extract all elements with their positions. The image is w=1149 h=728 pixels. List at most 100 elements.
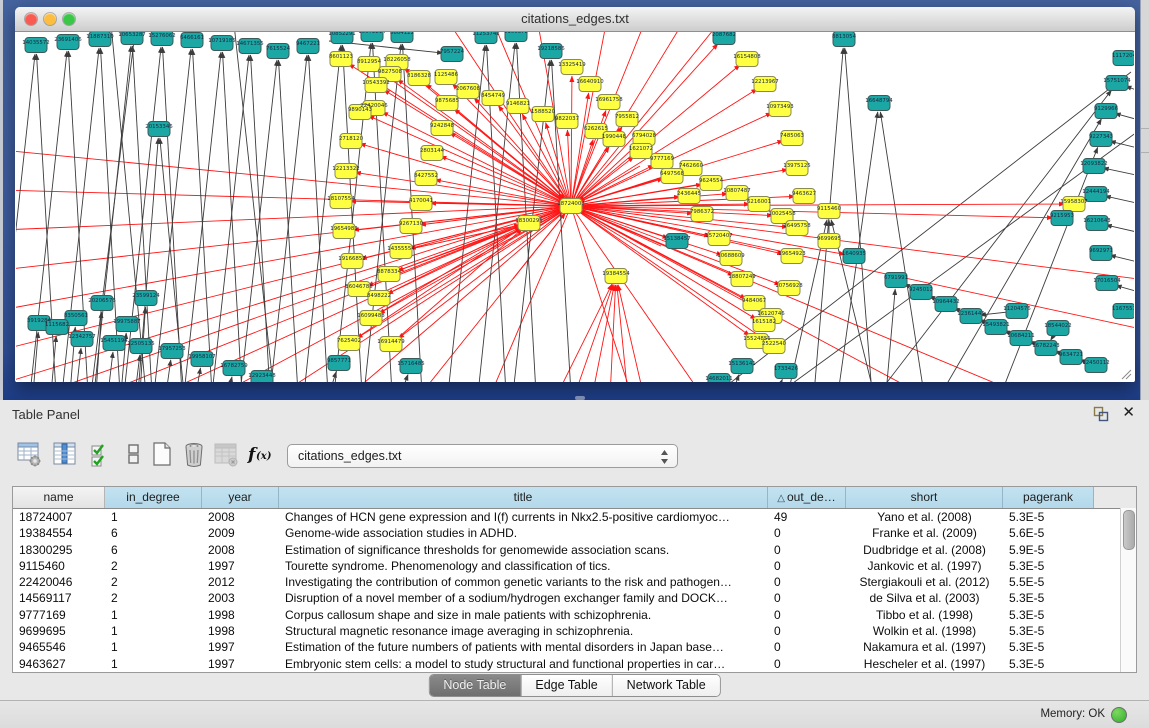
- cell-pagerank[interactable]: 5.3E-5: [1003, 509, 1094, 525]
- cell-year[interactable]: 2008: [202, 509, 279, 525]
- column-header-short[interactable]: short: [846, 487, 1003, 508]
- float-panel-icon[interactable]: [1093, 406, 1109, 422]
- delete-rows-icon[interactable]: [181, 440, 207, 468]
- cell-short[interactable]: Stergiakouli et al. (2012): [846, 574, 1003, 590]
- cell-year[interactable]: 1997: [202, 639, 279, 655]
- table-row[interactable]: 977716911998Corpus callosum shape and si…: [13, 607, 1136, 623]
- function-builder-icon[interactable]: f (x): [246, 440, 276, 468]
- cell-name[interactable]: 14569117: [13, 590, 105, 606]
- cell-name[interactable]: 18724007: [13, 509, 105, 525]
- window-titlebar[interactable]: citations_edges.txt: [15, 7, 1135, 32]
- cell-year[interactable]: 2009: [202, 525, 279, 541]
- table-settings-icon[interactable]: [16, 440, 42, 468]
- cell-pagerank[interactable]: 5.3E-5: [1003, 590, 1094, 606]
- table-row[interactable]: 1456911722003Disruption of a novel membe…: [13, 590, 1136, 606]
- cell-out_de[interactable]: 0: [768, 590, 846, 606]
- node-table[interactable]: namein_degreeyeartitle△out_de…shortpager…: [12, 486, 1137, 673]
- cell-in_degree[interactable]: 2: [105, 590, 202, 606]
- cell-year[interactable]: 1998: [202, 607, 279, 623]
- column-header-in_degree[interactable]: in_degree: [105, 487, 202, 508]
- cell-title[interactable]: Corpus callosum shape and size in male p…: [279, 607, 768, 623]
- tab-node-table[interactable]: Node Table: [429, 675, 521, 696]
- cell-short[interactable]: Dudbridge et al. (2008): [846, 542, 1003, 558]
- cell-in_degree[interactable]: 2: [105, 558, 202, 574]
- cell-in_degree[interactable]: 1: [105, 509, 202, 525]
- delete-table-icon[interactable]: [213, 440, 239, 468]
- citation-network-graph[interactable]: 1872400718300295193845549115460969969522…: [16, 32, 1134, 382]
- cell-short[interactable]: de Silva et al. (2003): [846, 590, 1003, 606]
- scrollbar-thumb[interactable]: [1123, 510, 1135, 550]
- new-document-icon[interactable]: [149, 440, 175, 468]
- cell-out_de[interactable]: 0: [768, 623, 846, 639]
- deselect-rows-icon[interactable]: [121, 440, 147, 468]
- cell-pagerank[interactable]: 5.6E-5: [1003, 525, 1094, 541]
- cell-in_degree[interactable]: 1: [105, 607, 202, 623]
- cell-name[interactable]: 19384554: [13, 525, 105, 541]
- cell-title[interactable]: Genome-wide association studies in ADHD.: [279, 525, 768, 541]
- cell-title[interactable]: Tourette syndrome. Phenomenology and cla…: [279, 558, 768, 574]
- select-all-icon[interactable]: [88, 440, 114, 468]
- column-header-pagerank[interactable]: pagerank: [1003, 487, 1094, 508]
- cell-in_degree[interactable]: 6: [105, 525, 202, 541]
- cell-title[interactable]: Investigating the contribution of common…: [279, 574, 768, 590]
- cell-name[interactable]: 18300295: [13, 542, 105, 558]
- close-panel-icon[interactable]: ✕: [1122, 405, 1135, 421]
- resize-grip-icon[interactable]: [1120, 368, 1132, 380]
- cell-year[interactable]: 1998: [202, 623, 279, 639]
- cell-in_degree[interactable]: 6: [105, 542, 202, 558]
- column-header-name[interactable]: name: [13, 487, 105, 508]
- cell-year[interactable]: 1997: [202, 558, 279, 574]
- tab-network-table[interactable]: Network Table: [613, 675, 720, 696]
- cell-year[interactable]: 2012: [202, 574, 279, 590]
- cell-short[interactable]: Yano et al. (2008): [846, 509, 1003, 525]
- table-row[interactable]: 946362711997Embryonic stem cells: a mode…: [13, 656, 1136, 672]
- cell-out_de[interactable]: 0: [768, 607, 846, 623]
- table-row[interactable]: 969969511998Structural magnetic resonanc…: [13, 623, 1136, 639]
- cell-short[interactable]: Franke et al. (2009): [846, 525, 1003, 541]
- cell-title[interactable]: Structural magnetic resonance image aver…: [279, 623, 768, 639]
- cell-title[interactable]: Embryonic stem cells: a model to study s…: [279, 656, 768, 672]
- cell-year[interactable]: 2008: [202, 542, 279, 558]
- cell-short[interactable]: Hescheler et al. (1997): [846, 656, 1003, 672]
- cell-out_de[interactable]: 0: [768, 558, 846, 574]
- cell-year[interactable]: 2003: [202, 590, 279, 606]
- cell-pagerank[interactable]: 5.3E-5: [1003, 607, 1094, 623]
- table-row[interactable]: 946554611997Estimation of the future num…: [13, 639, 1136, 655]
- cell-short[interactable]: Tibbo et al. (1998): [846, 607, 1003, 623]
- cell-name[interactable]: 9465546: [13, 639, 105, 655]
- cell-pagerank[interactable]: 5.3E-5: [1003, 656, 1094, 672]
- cell-title[interactable]: Estimation of significance thresholds fo…: [279, 542, 768, 558]
- cell-pagerank[interactable]: 5.3E-5: [1003, 623, 1094, 639]
- cell-out_de[interactable]: 0: [768, 542, 846, 558]
- cell-title[interactable]: Changes of HCN gene expression and I(f) …: [279, 509, 768, 525]
- cell-short[interactable]: Jankovic et al. (1997): [846, 558, 1003, 574]
- table-row[interactable]: 2242004622012Investigating the contribut…: [13, 574, 1136, 590]
- network-table-selector[interactable]: citations_edges.txt: [287, 444, 678, 468]
- table-row[interactable]: 1830029562008Estimation of significance …: [13, 542, 1136, 558]
- column-header-year[interactable]: year: [202, 487, 279, 508]
- cell-pagerank[interactable]: 5.9E-5: [1003, 542, 1094, 558]
- cell-title[interactable]: Disruption of a novel member of a sodium…: [279, 590, 768, 606]
- column-header-out_de[interactable]: △out_de…: [768, 487, 846, 508]
- cell-name[interactable]: 9777169: [13, 607, 105, 623]
- cell-in_degree[interactable]: 1: [105, 656, 202, 672]
- cell-short[interactable]: Wolkin et al. (1998): [846, 623, 1003, 639]
- cell-out_de[interactable]: 0: [768, 525, 846, 541]
- network-canvas[interactable]: 1872400718300295193845549115460969969522…: [16, 32, 1134, 382]
- tab-edge-table[interactable]: Edge Table: [521, 675, 612, 696]
- cell-pagerank[interactable]: 5.5E-5: [1003, 574, 1094, 590]
- cell-in_degree[interactable]: 2: [105, 574, 202, 590]
- table-row[interactable]: 1872400712008Changes of HCN gene express…: [13, 509, 1136, 525]
- cell-year[interactable]: 1997: [202, 656, 279, 672]
- cell-pagerank[interactable]: 5.3E-5: [1003, 558, 1094, 574]
- cell-in_degree[interactable]: 1: [105, 639, 202, 655]
- cell-name[interactable]: 9463627: [13, 656, 105, 672]
- cell-out_de[interactable]: 0: [768, 656, 846, 672]
- cell-title[interactable]: Estimation of the future numbers of pati…: [279, 639, 768, 655]
- table-row[interactable]: 911546021997Tourette syndrome. Phenomeno…: [13, 558, 1136, 574]
- cell-in_degree[interactable]: 1: [105, 623, 202, 639]
- cell-name[interactable]: 9699695: [13, 623, 105, 639]
- table-row[interactable]: 1938455462009Genome-wide association stu…: [13, 525, 1136, 541]
- cell-name[interactable]: 22420046: [13, 574, 105, 590]
- cell-out_de[interactable]: 0: [768, 574, 846, 590]
